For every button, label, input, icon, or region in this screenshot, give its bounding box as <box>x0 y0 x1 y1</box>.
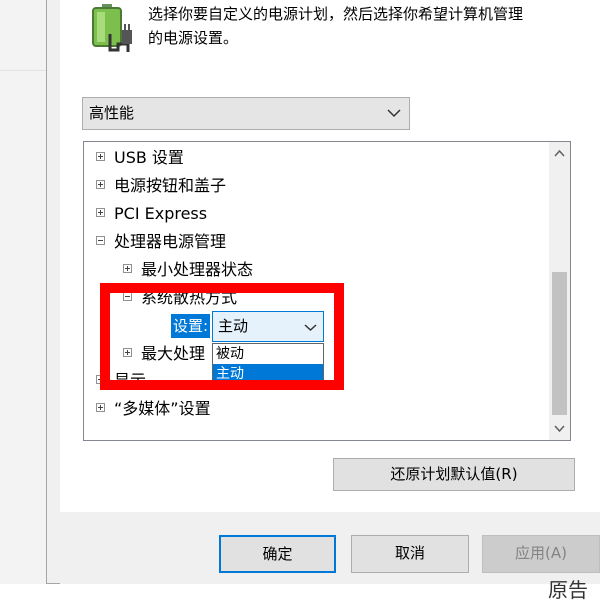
setting-label: 设置: <box>171 314 211 338</box>
power-plan-select[interactable]: 高性能 <box>82 97 410 130</box>
tree-item-display[interactable]: 显示 <box>96 368 146 394</box>
cooling-policy-select[interactable]: 主动 <box>212 311 324 342</box>
settings-tree[interactable]: USB 设置 电源按钮和盖子 PCI Express 处理器电源管理 最小处理器… <box>83 141 571 441</box>
ok-button[interactable]: 确定 <box>219 535 336 573</box>
tree-item-max-processor[interactable]: 最大处理 <box>123 341 205 367</box>
option-passive[interactable]: 被动 <box>213 344 323 364</box>
expand-plus-icon[interactable] <box>96 375 105 384</box>
power-plan-value: 高性能 <box>89 104 135 122</box>
expand-plus-icon[interactable] <box>96 208 105 217</box>
scrollbar-thumb[interactable] <box>552 272 567 415</box>
background-window <box>0 0 46 602</box>
expand-plus-icon[interactable] <box>96 180 105 189</box>
background-strip <box>0 584 600 602</box>
expand-plus-icon[interactable] <box>96 152 105 161</box>
apply-button[interactable]: 应用(A) <box>482 535 600 573</box>
battery-plug-icon <box>92 4 132 52</box>
intro-line-1: 选择你要自定义的电源计划，然后选择你希望计算机管理 <box>148 5 524 23</box>
tree-scrollbar[interactable] <box>549 142 570 440</box>
option-active[interactable]: 主动 <box>213 364 323 384</box>
intro-line-2: 的电源设置。 <box>148 29 239 47</box>
scroll-up-icon[interactable] <box>549 142 570 164</box>
tree-item-processor-power[interactable]: 处理器电源管理 <box>96 229 226 255</box>
cooling-policy-value: 主动 <box>218 317 249 335</box>
collapse-minus-icon[interactable] <box>123 292 132 301</box>
background-text: 原告 <box>548 578 588 602</box>
collapse-minus-icon[interactable] <box>96 236 105 245</box>
cooling-policy-options: 被动 主动 <box>212 343 324 385</box>
tree-item-multimedia[interactable]: “多媒体”设置 <box>96 396 211 422</box>
expand-plus-icon[interactable] <box>123 348 132 357</box>
tree-item-pci-express[interactable]: PCI Express <box>96 201 207 227</box>
expand-plus-icon[interactable] <box>123 264 132 273</box>
background-divider <box>0 70 46 71</box>
chevron-down-icon <box>387 109 401 118</box>
scroll-down-icon[interactable] <box>549 418 570 440</box>
chevron-down-icon <box>304 324 317 332</box>
tree-item-usb[interactable]: USB 设置 <box>96 145 184 171</box>
tree-item-system-cooling[interactable]: 系统散热方式 <box>123 285 237 311</box>
restore-defaults-button[interactable]: 还原计划默认值(R) <box>333 458 575 491</box>
tree-item-power-buttons[interactable]: 电源按钮和盖子 <box>96 173 226 199</box>
cancel-button[interactable]: 取消 <box>351 535 469 573</box>
tree-item-min-processor-state[interactable]: 最小处理器状态 <box>123 257 253 283</box>
intro-text: 选择你要自定义的电源计划，然后选择你希望计算机管理 的电源设置。 <box>148 2 588 50</box>
expand-plus-icon[interactable] <box>96 403 105 412</box>
